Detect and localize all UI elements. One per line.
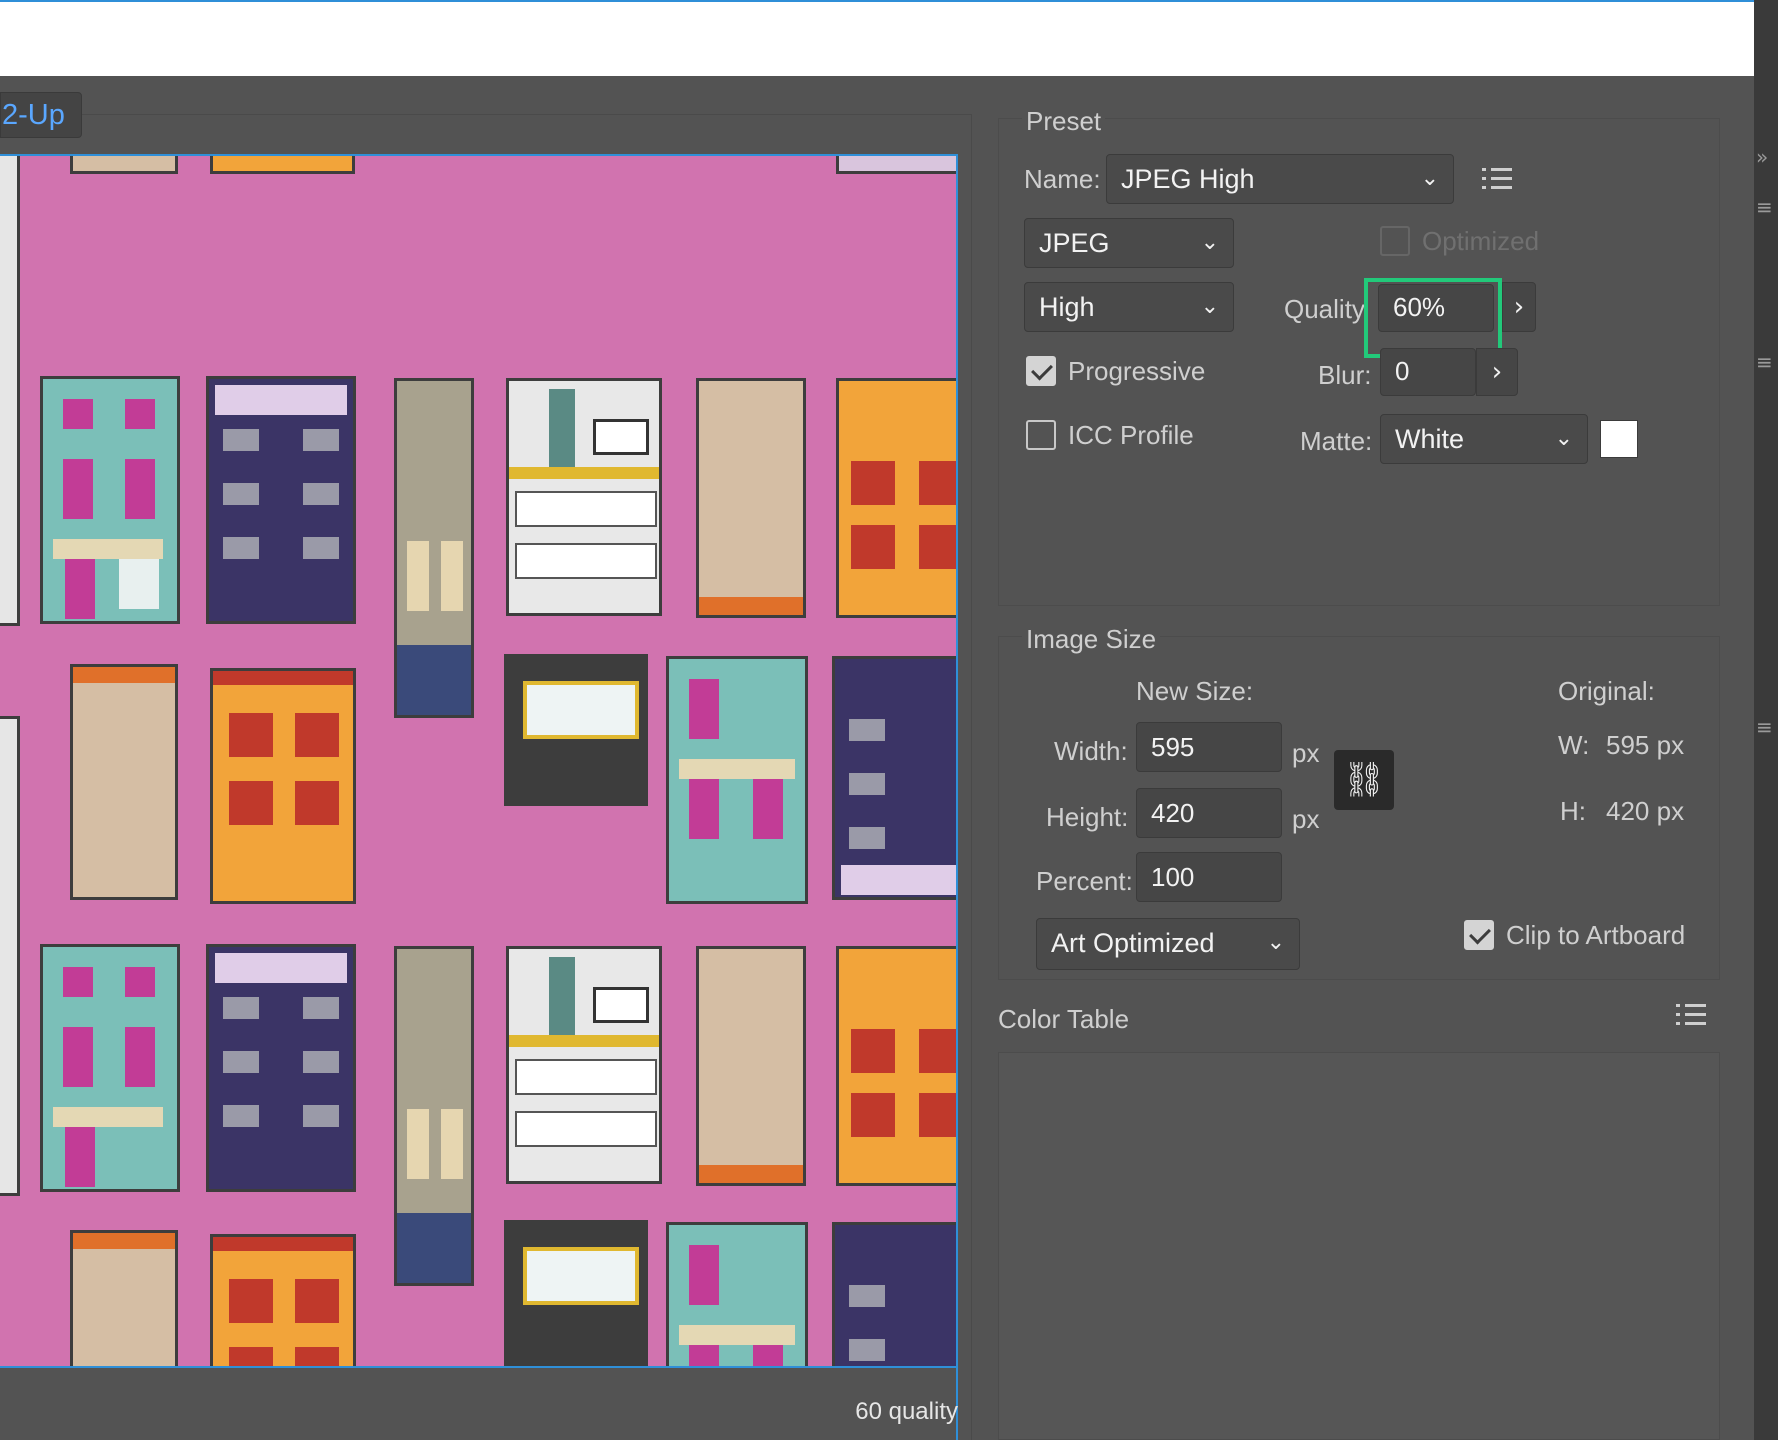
height-input[interactable]: 420 — [1136, 788, 1282, 838]
preset-name-value: JPEG High — [1121, 164, 1255, 194]
building — [836, 156, 956, 174]
height-unit: px — [1292, 804, 1320, 834]
quality-slider-arrow-icon[interactable]: › — [1502, 282, 1536, 332]
icc-profile-checkbox[interactable] — [1026, 420, 1056, 450]
original-height-value: 420 px — [1606, 796, 1685, 826]
file-format-dropdown[interactable]: JPEG ⌄ — [1024, 218, 1234, 268]
resample-dropdown[interactable]: Art Optimized ⌄ — [1036, 918, 1300, 970]
progressive-checkbox[interactable] — [1026, 356, 1056, 386]
building — [40, 944, 180, 1192]
building — [206, 944, 356, 1192]
building — [836, 378, 956, 618]
preview-footer — [0, 1368, 958, 1440]
optimized-label: Optimized — [1422, 226, 1540, 256]
matte-label: Matte: — [1300, 426, 1373, 456]
image-preview[interactable] — [0, 154, 958, 1368]
original-label: Original: — [1558, 676, 1655, 706]
expand-panels-icon[interactable]: » — [1756, 145, 1768, 169]
building — [506, 378, 662, 616]
building — [832, 656, 956, 900]
building — [506, 946, 662, 1184]
building — [666, 656, 808, 904]
building — [666, 1222, 808, 1366]
panel-menu-icon[interactable]: ≡ — [1756, 715, 1773, 739]
building — [0, 156, 20, 626]
original-height-label: H: — [1560, 796, 1586, 826]
building — [0, 716, 20, 1196]
building — [70, 156, 178, 174]
preset-section-title: Preset — [1022, 106, 1106, 137]
building — [70, 1230, 178, 1366]
percent-label: Percent: — [1036, 866, 1133, 896]
quality-highlight-box — [1364, 278, 1502, 358]
building — [504, 1220, 648, 1366]
chevron-down-icon: ⌄ — [1420, 166, 1439, 191]
clip-to-artboard-checkbox[interactable] — [1464, 920, 1494, 950]
optimized-checkbox[interactable] — [1380, 226, 1410, 256]
chevron-down-icon: ⌄ — [1200, 294, 1219, 319]
tab-2-up[interactable]: 2-Up — [0, 92, 82, 138]
width-unit: px — [1292, 738, 1320, 768]
chevron-down-icon: ⌄ — [1554, 426, 1573, 451]
blur-input[interactable]: 0 — [1380, 348, 1476, 396]
blur-slider-arrow-icon[interactable]: › — [1476, 348, 1518, 396]
chevron-down-icon: ⌄ — [1266, 930, 1285, 955]
file-format-value: JPEG — [1039, 228, 1110, 258]
panel-menu-icon[interactable]: ≡ — [1756, 350, 1773, 374]
matte-value: White — [1395, 424, 1465, 454]
preset-name-dropdown[interactable]: JPEG High ⌄ — [1106, 154, 1454, 204]
building — [696, 378, 806, 618]
resample-value: Art Optimized — [1051, 928, 1215, 958]
compression-value: High — [1039, 292, 1095, 322]
building — [210, 668, 356, 904]
preview-quality-caption: 60 quality — [855, 1398, 958, 1425]
matte-color-swatch[interactable] — [1600, 420, 1638, 458]
building — [394, 946, 474, 1286]
clip-to-artboard-label: Clip to Artboard — [1506, 920, 1686, 950]
chevron-down-icon: ⌄ — [1200, 230, 1219, 255]
building — [504, 654, 648, 806]
width-input[interactable]: 595 — [1136, 722, 1282, 772]
dialog-title-bar — [0, 0, 1754, 76]
new-size-label: New Size: — [1136, 676, 1254, 706]
preset-name-label: Name: — [1024, 164, 1101, 194]
matte-dropdown[interactable]: White ⌄ — [1380, 414, 1588, 464]
color-table-area — [998, 1052, 1720, 1440]
building — [836, 946, 956, 1186]
building — [206, 376, 356, 624]
width-label: Width: — [1054, 736, 1128, 766]
link-constrain-icon[interactable]: ⛓ — [1334, 750, 1394, 810]
preset-menu-icon[interactable] — [1482, 168, 1512, 190]
compression-dropdown[interactable]: High ⌄ — [1024, 282, 1234, 332]
color-table-menu-icon[interactable] — [1676, 1004, 1706, 1026]
building — [394, 378, 474, 718]
image-size-section-title: Image Size — [1022, 624, 1161, 655]
height-label: Height: — [1046, 802, 1129, 832]
original-width-value: 595 px — [1606, 730, 1685, 760]
percent-input[interactable]: 100 — [1136, 852, 1282, 902]
building — [832, 1222, 956, 1366]
right-panel-strip: » ≡ ≡ ≡ — [1754, 0, 1778, 1440]
building — [70, 664, 178, 900]
building — [696, 946, 806, 1186]
building — [210, 156, 355, 174]
blur-label: Blur: — [1318, 360, 1372, 390]
building — [40, 376, 180, 624]
panel-menu-icon[interactable]: ≡ — [1756, 195, 1773, 219]
quality-label: Quality — [1284, 294, 1365, 324]
icc-profile-label: ICC Profile — [1068, 420, 1194, 450]
building — [210, 1234, 356, 1366]
progressive-label: Progressive — [1068, 356, 1206, 386]
original-width-label: W: — [1558, 730, 1590, 760]
color-table-title: Color Table — [998, 1004, 1130, 1034]
